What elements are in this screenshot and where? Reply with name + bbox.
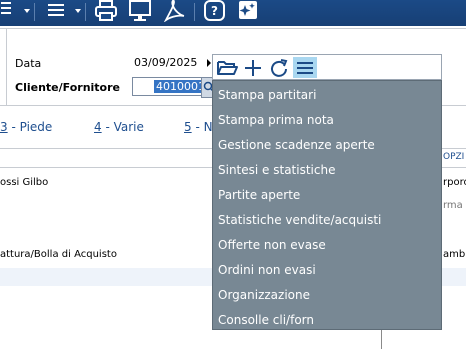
menu-item-stampa-prima-nota[interactable]: Stampa prima nota [218,113,334,127]
toolbar-separator [194,3,195,21]
menu-item-organizzazione[interactable]: Organizzazione [218,288,310,302]
menu-item-sintesi-statistiche[interactable]: Sintesi e statistiche [218,163,335,177]
help-icon: ? [204,0,225,21]
tab-piede-label: - Piede [7,120,53,134]
menu-item-ordini-non-evasi[interactable]: Ordini non evasi [218,263,316,277]
tab-varie-label: - Varie [101,120,144,134]
popup-toolbar [212,54,442,80]
tab-varie[interactable]: 4 - Varie [94,120,144,134]
supplier-name-cell: ossi Gilbo [0,177,49,188]
hamburger-menu-icon [297,61,313,74]
list-menu-button[interactable] [44,0,70,22]
tab-varie-hotkey: 4 [94,120,102,134]
print-icon [95,0,117,21]
right-cell-2: rma [443,200,463,211]
date-field[interactable]: 03/09/2025 [134,56,197,69]
monitor-icon [129,0,151,21]
pdf-icon [163,0,185,22]
right-column-header-label: OPZI [443,152,465,162]
ai-assistant-icon [239,1,257,19]
main-toolbar: ? [0,0,466,26]
help-button[interactable]: ? [202,0,228,22]
folder-open-icon [217,60,238,75]
svg-text:?: ? [211,4,218,18]
right-cell-3: ambi [443,249,466,260]
tab-piede-hotkey: 3 [0,120,8,134]
plus-icon [245,59,261,76]
menu-item-offerte-non-evase[interactable]: Offerte non evase [218,238,326,252]
preview-button[interactable] [127,0,153,22]
chevron-down-icon[interactable] [75,9,81,13]
menu-item-statistiche-vendite[interactable]: Statistiche vendite/acquisti [218,213,381,227]
panel-border [6,29,7,105]
toolbar-separator [34,3,35,21]
right-cell-1: rporo [443,177,466,188]
column-divider [381,330,382,349]
list-menu-icon [48,4,64,16]
open-folder-button[interactable] [215,57,239,78]
menu-button-active[interactable] [293,57,317,78]
refresh-button[interactable] [267,57,291,78]
party-label: Cliente/Fornitore [15,81,120,94]
menu-item-gestione-scadenze[interactable]: Gestione scadenze aperte [218,138,375,152]
document-type-cell: attura/Bolla di Acquisto [0,249,117,260]
toolbar-separator [85,3,86,21]
tab-5-hotkey: 5 [184,120,192,134]
pdf-export-button[interactable] [161,0,187,22]
refresh-icon [271,58,288,77]
menu-item-consolle[interactable]: Consolle cli/forn [218,313,314,327]
tab-5-label: - N [191,120,213,134]
print-button[interactable] [93,0,119,22]
date-label: Data [15,57,42,70]
tab-piede[interactable]: 3 - Piede [0,120,52,134]
party-code-selection: 4010001 [154,80,207,93]
chevron-down-icon[interactable] [24,9,30,13]
add-button[interactable] [241,57,265,78]
tab-5[interactable]: 5 - N [184,120,213,134]
date-picker-arrow-icon[interactable] [207,59,211,67]
context-menu: Stampa partitari Stampa prima nota Gesti… [212,80,442,330]
menu-item-partite-aperte[interactable]: Partite aperte [218,188,300,202]
ai-assistant-button[interactable] [236,0,260,22]
menu-item-stampa-partitari[interactable]: Stampa partitari [218,88,316,102]
party-code-input[interactable]: 4010001 [132,77,207,96]
toolbar-dropdown-button[interactable] [0,0,20,22]
